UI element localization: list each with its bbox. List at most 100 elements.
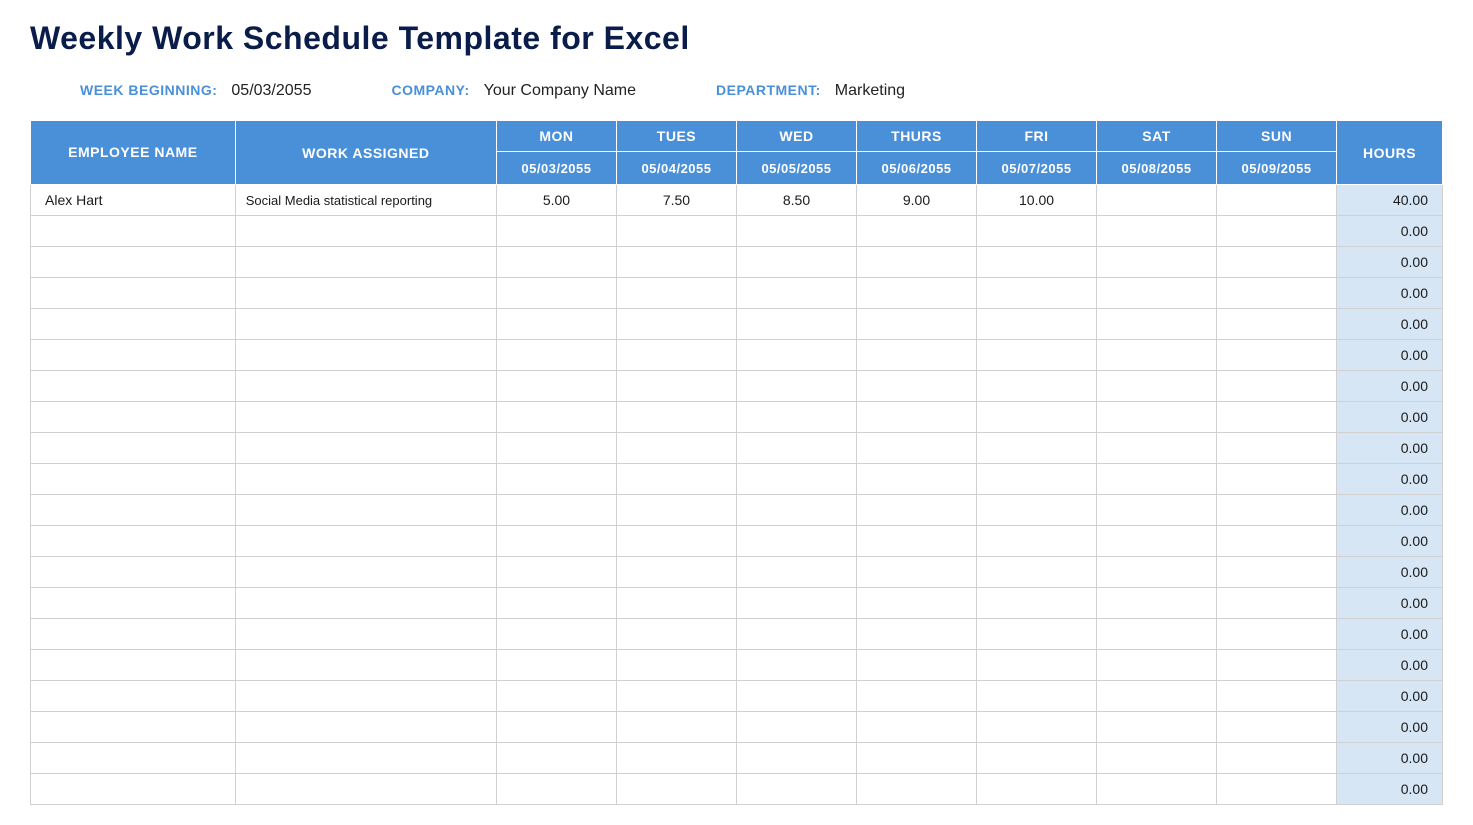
employee-name-cell[interactable] bbox=[31, 743, 236, 774]
day-cell[interactable] bbox=[1217, 774, 1337, 805]
day-cell[interactable] bbox=[616, 278, 736, 309]
day-cell[interactable] bbox=[1217, 681, 1337, 712]
employee-name-cell[interactable] bbox=[31, 526, 236, 557]
day-cell[interactable] bbox=[616, 712, 736, 743]
work-assigned-cell[interactable] bbox=[235, 619, 496, 650]
work-assigned-cell[interactable] bbox=[235, 309, 496, 340]
day-cell[interactable] bbox=[977, 557, 1097, 588]
day-cell[interactable] bbox=[496, 588, 616, 619]
day-cell[interactable] bbox=[977, 495, 1097, 526]
work-assigned-cell[interactable] bbox=[235, 464, 496, 495]
day-cell[interactable] bbox=[857, 216, 977, 247]
day-cell[interactable] bbox=[616, 619, 736, 650]
day-cell[interactable] bbox=[616, 340, 736, 371]
day-cell[interactable] bbox=[1097, 185, 1217, 216]
day-cell[interactable] bbox=[1217, 588, 1337, 619]
employee-name-cell[interactable] bbox=[31, 619, 236, 650]
day-cell[interactable] bbox=[496, 340, 616, 371]
employee-name-cell[interactable] bbox=[31, 712, 236, 743]
day-cell[interactable] bbox=[496, 247, 616, 278]
day-cell[interactable] bbox=[1097, 371, 1217, 402]
day-cell[interactable] bbox=[1217, 216, 1337, 247]
day-cell[interactable] bbox=[1217, 464, 1337, 495]
day-cell[interactable] bbox=[496, 681, 616, 712]
day-cell[interactable] bbox=[1097, 557, 1217, 588]
day-cell[interactable] bbox=[977, 650, 1097, 681]
day-cell[interactable] bbox=[496, 712, 616, 743]
day-cell[interactable] bbox=[496, 216, 616, 247]
day-cell[interactable] bbox=[1217, 185, 1337, 216]
day-cell[interactable] bbox=[1097, 216, 1217, 247]
work-assigned-cell[interactable] bbox=[235, 402, 496, 433]
day-cell[interactable]: 8.50 bbox=[736, 185, 856, 216]
day-cell[interactable] bbox=[736, 619, 856, 650]
day-cell[interactable] bbox=[1217, 402, 1337, 433]
day-cell[interactable] bbox=[1097, 712, 1217, 743]
employee-name-cell[interactable] bbox=[31, 681, 236, 712]
day-cell[interactable] bbox=[977, 681, 1097, 712]
employee-name-cell[interactable] bbox=[31, 402, 236, 433]
day-cell[interactable] bbox=[1217, 340, 1337, 371]
employee-name-cell[interactable] bbox=[31, 309, 236, 340]
day-cell[interactable] bbox=[977, 464, 1097, 495]
day-cell[interactable]: 7.50 bbox=[616, 185, 736, 216]
day-cell[interactable] bbox=[1217, 743, 1337, 774]
day-cell[interactable] bbox=[1097, 278, 1217, 309]
work-assigned-cell[interactable] bbox=[235, 557, 496, 588]
work-assigned-cell[interactable] bbox=[235, 433, 496, 464]
employee-name-cell[interactable] bbox=[31, 650, 236, 681]
work-assigned-cell[interactable] bbox=[235, 278, 496, 309]
day-cell[interactable] bbox=[1097, 774, 1217, 805]
work-assigned-cell[interactable] bbox=[235, 712, 496, 743]
day-cell[interactable] bbox=[857, 681, 977, 712]
work-assigned-cell[interactable] bbox=[235, 681, 496, 712]
employee-name-cell[interactable] bbox=[31, 340, 236, 371]
day-cell[interactable] bbox=[977, 216, 1097, 247]
day-cell[interactable] bbox=[736, 402, 856, 433]
day-cell[interactable] bbox=[616, 309, 736, 340]
day-cell[interactable] bbox=[496, 774, 616, 805]
employee-name-cell[interactable] bbox=[31, 371, 236, 402]
day-cell[interactable] bbox=[857, 743, 977, 774]
day-cell[interactable] bbox=[496, 557, 616, 588]
day-cell[interactable] bbox=[1097, 619, 1217, 650]
day-cell[interactable] bbox=[1097, 681, 1217, 712]
day-cell[interactable] bbox=[1217, 371, 1337, 402]
work-assigned-cell[interactable] bbox=[235, 371, 496, 402]
employee-name-cell[interactable] bbox=[31, 216, 236, 247]
day-cell[interactable] bbox=[1217, 712, 1337, 743]
day-cell[interactable] bbox=[1097, 309, 1217, 340]
day-cell[interactable] bbox=[1217, 309, 1337, 340]
employee-name-cell[interactable] bbox=[31, 588, 236, 619]
day-cell[interactable] bbox=[496, 495, 616, 526]
day-cell[interactable] bbox=[496, 433, 616, 464]
day-cell[interactable] bbox=[857, 774, 977, 805]
day-cell[interactable] bbox=[857, 309, 977, 340]
day-cell[interactable] bbox=[496, 619, 616, 650]
employee-name-cell[interactable] bbox=[31, 557, 236, 588]
day-cell[interactable] bbox=[736, 278, 856, 309]
work-assigned-cell[interactable] bbox=[235, 216, 496, 247]
day-cell[interactable] bbox=[977, 371, 1097, 402]
day-cell[interactable] bbox=[1097, 650, 1217, 681]
day-cell[interactable] bbox=[1217, 557, 1337, 588]
day-cell[interactable] bbox=[1097, 526, 1217, 557]
day-cell[interactable] bbox=[857, 650, 977, 681]
day-cell[interactable] bbox=[977, 433, 1097, 464]
work-assigned-cell[interactable]: Social Media statistical reporting bbox=[235, 185, 496, 216]
day-cell[interactable] bbox=[857, 495, 977, 526]
day-cell[interactable] bbox=[857, 247, 977, 278]
day-cell[interactable] bbox=[857, 402, 977, 433]
work-assigned-cell[interactable] bbox=[235, 588, 496, 619]
day-cell[interactable] bbox=[616, 681, 736, 712]
employee-name-cell[interactable] bbox=[31, 433, 236, 464]
day-cell[interactable] bbox=[1217, 433, 1337, 464]
day-cell[interactable] bbox=[857, 278, 977, 309]
day-cell[interactable] bbox=[736, 340, 856, 371]
day-cell[interactable] bbox=[736, 371, 856, 402]
day-cell[interactable] bbox=[857, 588, 977, 619]
day-cell[interactable] bbox=[857, 340, 977, 371]
work-assigned-cell[interactable] bbox=[235, 774, 496, 805]
day-cell[interactable] bbox=[977, 247, 1097, 278]
day-cell[interactable] bbox=[1217, 247, 1337, 278]
